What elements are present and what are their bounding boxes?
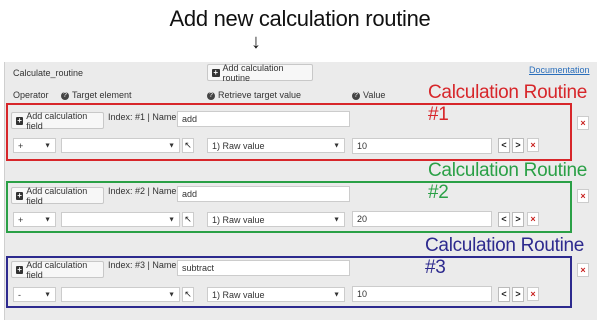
column-operator: Operator <box>13 90 49 100</box>
value-input[interactable]: 10 <box>352 286 492 302</box>
operator-select[interactable]: + ▼ <box>13 212 56 227</box>
column-target-element: ? Target element <box>61 90 132 100</box>
chevron-right-icon[interactable]: > <box>512 287 524 302</box>
value-input[interactable]: 20 <box>352 211 492 227</box>
help-icon: ? <box>352 91 360 100</box>
column-value: ? Value <box>352 90 385 100</box>
documentation-link[interactable]: Documentation <box>529 65 590 75</box>
down-arrow-icon: ↓ <box>251 31 261 53</box>
column-retrieve-target-value: ? Retrieve target value <box>207 90 301 100</box>
delete-field-button[interactable]: × <box>527 138 539 152</box>
pointer-icon[interactable]: ↖ <box>182 287 194 302</box>
retrieve-value-select[interactable]: 1) Raw value ▼ <box>207 212 345 227</box>
operator-select[interactable]: - ▼ <box>13 287 56 302</box>
plus-icon: + <box>16 115 24 125</box>
delete-routine-button[interactable]: × <box>577 189 589 203</box>
retrieve-value-select[interactable]: 1) Raw value ▼ <box>207 138 345 153</box>
routine-name-input[interactable]: add <box>177 186 350 202</box>
operator-select[interactable]: + ▼ <box>13 138 56 153</box>
chevron-right-icon[interactable]: > <box>512 138 524 153</box>
pointer-icon[interactable]: ↖ <box>182 138 194 153</box>
annotation-add-routine: Add new calculation routine <box>169 6 431 31</box>
routine-index-label: Index: #2 | Name: <box>108 186 179 196</box>
delete-routine-button[interactable]: × <box>577 116 589 130</box>
retrieve-value-select[interactable]: 1) Raw value ▼ <box>207 287 345 302</box>
routine-index-label: Index: #3 | Name: <box>108 260 179 270</box>
help-icon: ? <box>207 91 215 100</box>
target-element-select[interactable]: ▼ <box>61 212 180 227</box>
target-element-select[interactable]: ▼ <box>61 138 180 153</box>
chevron-left-icon[interactable]: < <box>498 287 510 302</box>
delete-routine-button[interactable]: × <box>577 263 589 277</box>
plus-icon: + <box>16 264 24 274</box>
routine-name-input[interactable]: add <box>177 111 350 127</box>
routine-index-label: Index: #1 | Name: <box>108 112 179 122</box>
delete-field-button[interactable]: × <box>527 212 539 226</box>
add-calculation-routine-button[interactable]: + Add calculation routine <box>207 62 313 83</box>
add-calculation-field-button[interactable]: + Add calculation field <box>11 111 104 131</box>
target-element-select[interactable]: ▼ <box>61 287 180 302</box>
chevron-right-icon[interactable]: > <box>512 212 524 227</box>
pointer-icon[interactable]: ↖ <box>182 212 194 227</box>
add-calculation-field-button[interactable]: + Add calculation field <box>11 186 104 206</box>
chevron-left-icon[interactable]: < <box>498 138 510 153</box>
delete-field-button[interactable]: × <box>527 287 539 301</box>
plus-icon: + <box>212 67 220 77</box>
plus-icon: + <box>16 190 24 200</box>
routine-name-input[interactable]: subtract <box>177 260 350 276</box>
field-name-label: Calculate_routine <box>13 68 84 78</box>
chevron-left-icon[interactable]: < <box>498 212 510 227</box>
add-calculation-routine-label: Add calculation routine <box>222 62 284 83</box>
add-calculation-field-button[interactable]: + Add calculation field <box>11 260 104 280</box>
help-icon: ? <box>61 91 69 100</box>
value-input[interactable]: 10 <box>352 138 492 154</box>
